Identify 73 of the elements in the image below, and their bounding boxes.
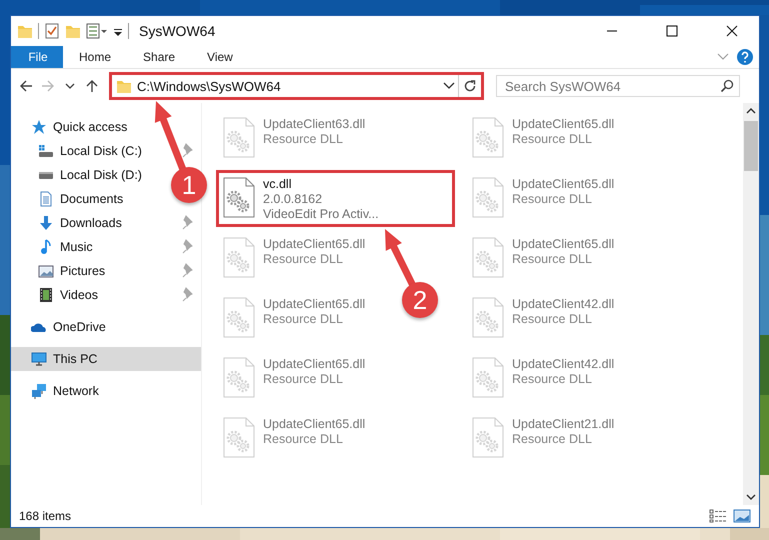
file-name[interactable]: UpdateClient65.dll	[512, 237, 614, 251]
file-name[interactable]: UpdateClient65.dll	[263, 357, 366, 371]
back-icon	[19, 79, 33, 93]
sidebar-item[interactable]: Music	[11, 235, 201, 259]
file-details: Resource DLL	[512, 432, 592, 446]
window-title: SysWOW64	[139, 23, 216, 39]
maximize-icon	[666, 25, 678, 37]
refresh-icon[interactable]	[463, 79, 477, 93]
close-icon	[726, 25, 738, 37]
file-name[interactable]: UpdateClient65.dll	[263, 417, 366, 431]
sidebar-item[interactable]: Videos	[11, 283, 201, 307]
file-details: Resource DLL	[263, 252, 343, 266]
file-name[interactable]: UpdateClient42.dll	[512, 357, 614, 371]
sidebar-item[interactable]: OneDrive	[11, 315, 114, 339]
help-icon[interactable]	[737, 49, 753, 65]
dropdown-icon[interactable]	[443, 82, 455, 90]
file-name[interactable]: vc.dll	[263, 177, 292, 191]
address-bar[interactable]: C:\Windows\SysWOW64	[109, 72, 484, 100]
drive-icon	[38, 144, 54, 158]
up-icon	[85, 79, 99, 93]
properties-icon[interactable]	[44, 23, 60, 39]
file-name[interactable]: UpdateClient21.dll	[512, 417, 614, 431]
folder-icon	[116, 78, 132, 94]
drive-icon	[38, 172, 54, 178]
expand-ribbon-icon[interactable]	[717, 53, 729, 61]
ribbon-tab[interactable]: Home	[63, 46, 128, 68]
document-icon	[38, 191, 54, 207]
file-details: Resource DLL	[512, 132, 592, 146]
sidebar-item[interactable]: Local Disk (D:)	[11, 163, 150, 187]
file-name[interactable]: UpdateClient42.dll	[512, 297, 614, 311]
star-icon	[31, 119, 47, 135]
folder-icon	[17, 23, 33, 39]
customize-icon[interactable]	[86, 23, 108, 39]
file-details: Resource DLL	[263, 312, 343, 326]
download-icon	[38, 215, 54, 231]
scroll-down-icon[interactable]	[746, 493, 756, 501]
search-field[interactable]: Search SysWOW64	[496, 75, 740, 97]
ribbon-tab[interactable]: Share	[127, 46, 192, 68]
computer-icon	[31, 351, 47, 367]
scrollbar-thumb[interactable]	[744, 121, 758, 171]
sidebar-item[interactable]: Local Disk (C:)	[11, 139, 201, 163]
item-count: 168 items	[19, 509, 72, 523]
search-icon[interactable]	[720, 79, 734, 93]
file-details: Resource DLL	[263, 372, 343, 386]
file-name[interactable]: UpdateClient65.dll	[263, 297, 366, 311]
sidebar-item[interactable]: Downloads	[11, 211, 201, 235]
forward-icon	[41, 79, 55, 93]
file-details: Resource DLL	[512, 372, 592, 386]
file-details: 2.0.0.8162	[263, 192, 322, 206]
sidebar-item[interactable]: Quick access	[11, 115, 136, 139]
picture-icon	[38, 263, 54, 279]
file-name[interactable]: UpdateClient63.dll	[263, 117, 366, 131]
scroll-up-icon[interactable]	[746, 107, 756, 115]
details-view-icon[interactable]	[709, 509, 727, 523]
file-details: Resource DLL	[263, 132, 343, 146]
sidebar-item[interactable]: Pictures	[11, 259, 201, 283]
file-details: VideoEdit Pro Activ...	[263, 207, 379, 221]
ribbon-tab[interactable]: File	[11, 46, 63, 68]
file-name[interactable]: UpdateClient65.dll	[512, 117, 614, 131]
ribbon-tab[interactable]: View	[191, 46, 249, 68]
sidebar-item[interactable]: Documents	[11, 187, 132, 211]
file-details: Resource DLL	[512, 192, 592, 206]
file-name[interactable]: UpdateClient65.dll	[512, 177, 614, 191]
sidebar-item[interactable]: This PC	[11, 347, 201, 371]
file-details: Resource DLL	[512, 252, 592, 266]
address-text: C:\Windows\SysWOW64	[137, 78, 281, 94]
film-icon	[38, 287, 54, 303]
file-details: Resource DLL	[263, 432, 343, 446]
file-name[interactable]: UpdateClient65.dll	[263, 237, 366, 251]
network-icon	[31, 383, 47, 399]
sidebar-item[interactable]: Network	[11, 379, 107, 403]
large-icons-view-icon[interactable]	[733, 509, 751, 523]
file-details: Resource DLL	[512, 312, 592, 326]
